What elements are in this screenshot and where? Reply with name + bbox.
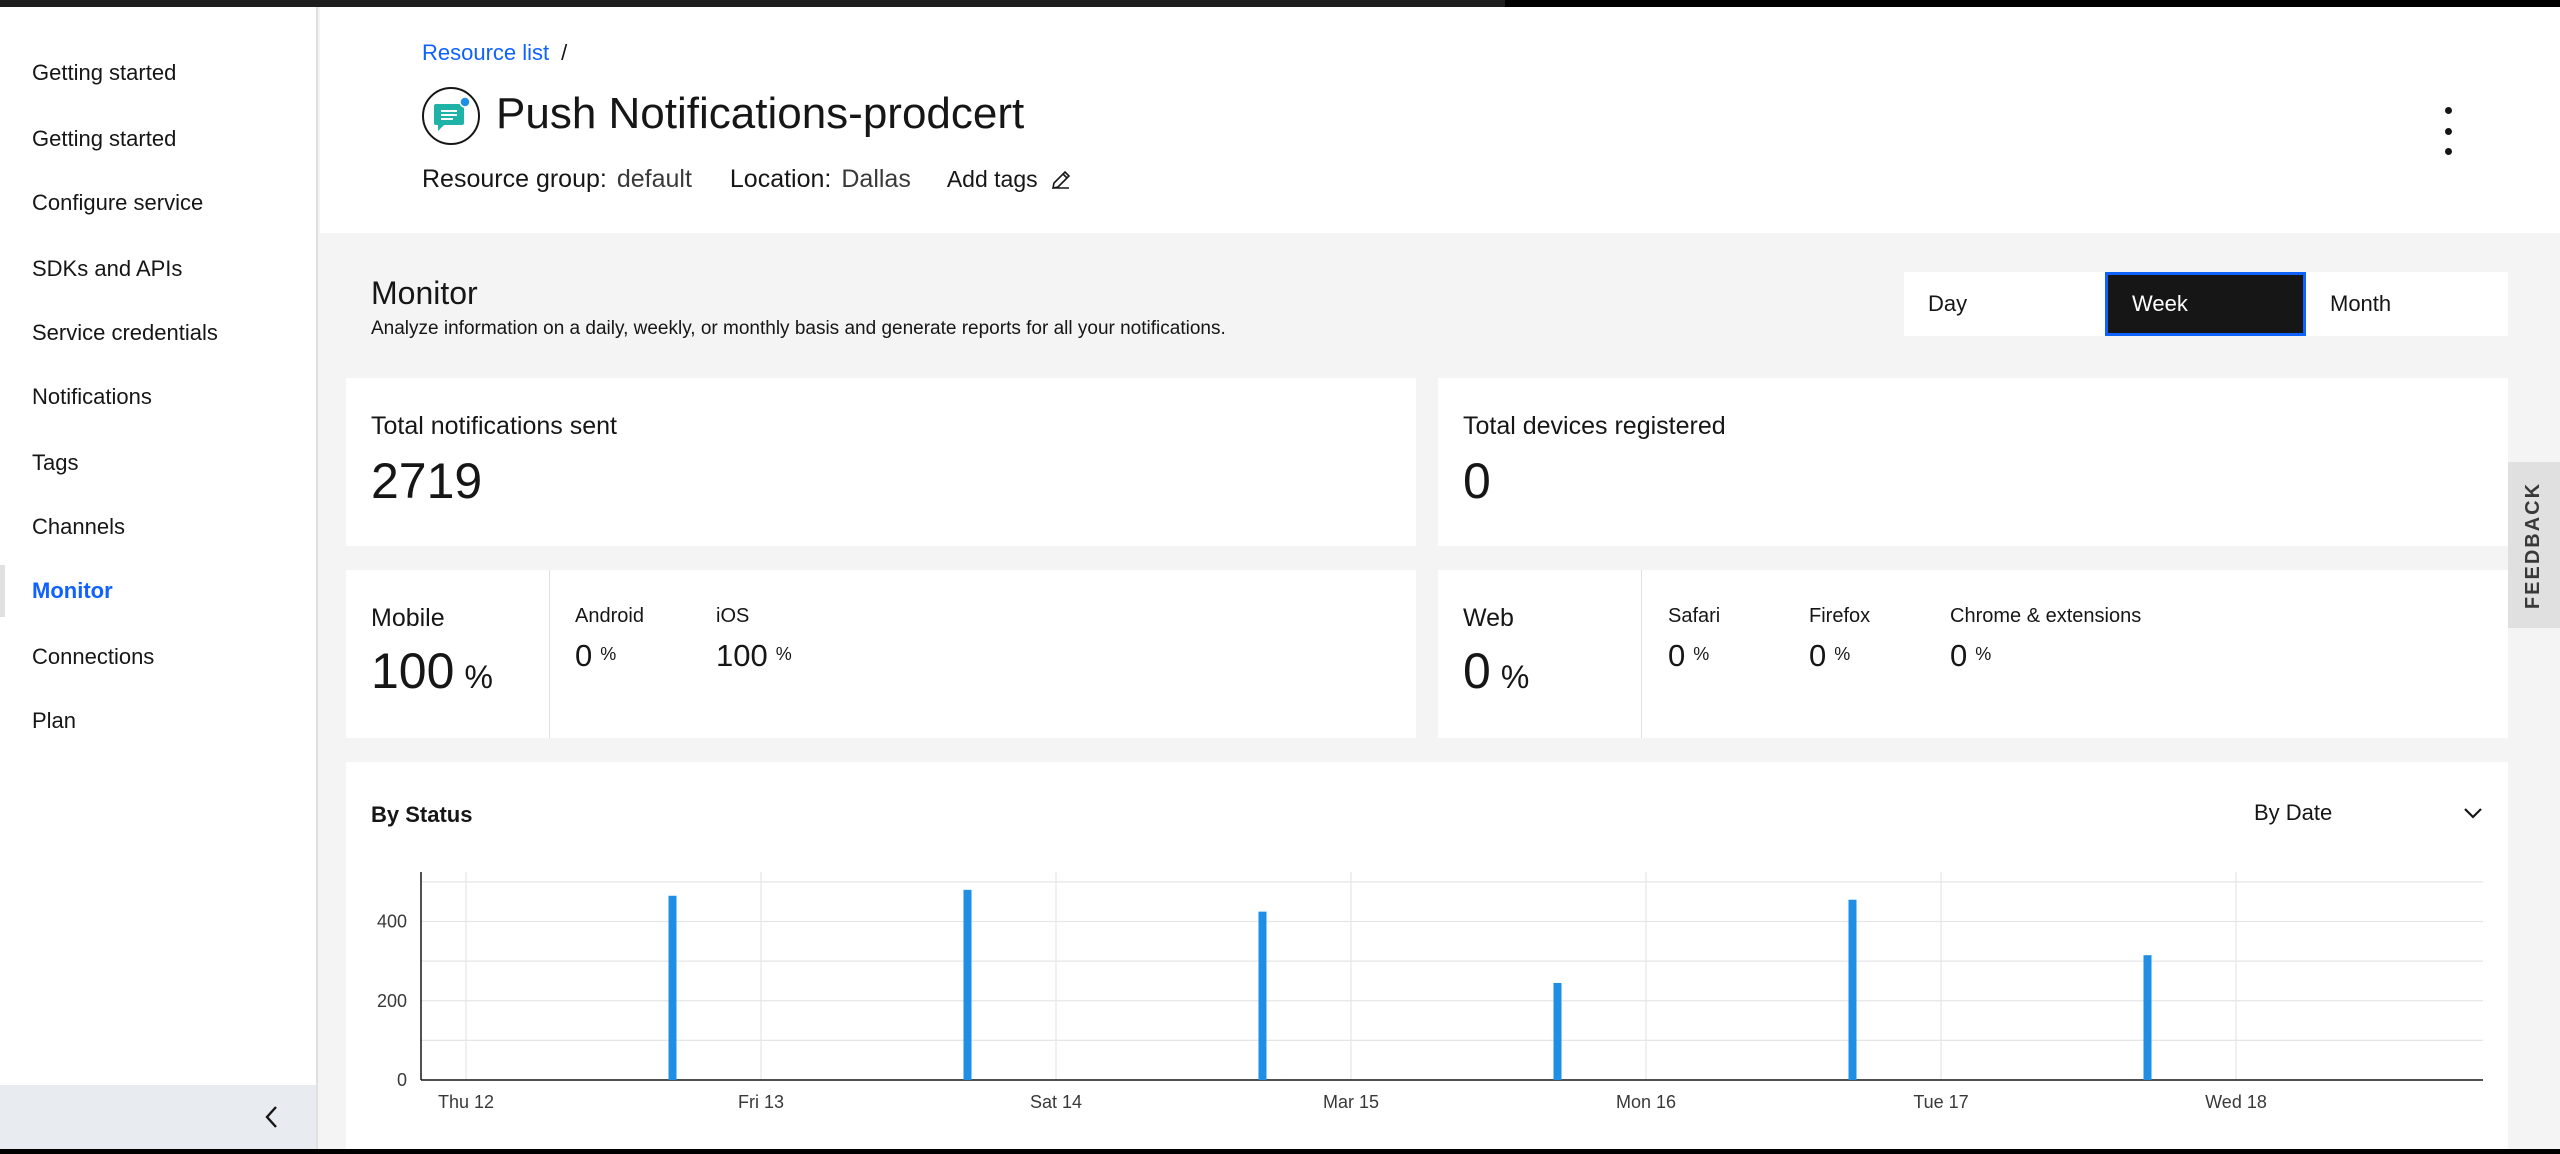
safari-value: 0% (1668, 638, 1710, 673)
mobile-divider (549, 570, 550, 738)
x-tick-label: Wed 18 (2205, 1092, 2267, 1112)
x-tick-label: Mon 16 (1616, 1092, 1676, 1112)
page-title: Push Notifications-prodcert (496, 89, 1025, 138)
add-tags-label: Add tags (946, 166, 1038, 192)
total-notifications-label: Total notifications sent (371, 412, 617, 440)
chevron-left-icon (265, 1106, 277, 1128)
add-tags-button[interactable]: Add tags (947, 166, 1072, 193)
chrome-value: 0% (1950, 638, 1992, 673)
monitor-title: Monitor (371, 275, 478, 311)
by-status-title: By Status (371, 802, 473, 827)
web-divider (1641, 570, 1642, 738)
y-tick-label: 200 (377, 991, 407, 1011)
mobile-card: Mobile 100% Android 0% iOS 100% (346, 570, 1416, 738)
sidebar-item-service-credentials[interactable]: Service credentials (0, 307, 316, 359)
app-frame: Getting started Getting started Configur… (0, 7, 2560, 1149)
monitor-description: Analyze information on a daily, weekly, … (371, 318, 1226, 339)
total-devices-card: Total devices registered 0 (1438, 378, 2508, 546)
period-month-button[interactable]: Month (2306, 272, 2507, 336)
x-tick-label: Sat 14 (1030, 1092, 1082, 1112)
period-switcher: Day Week Month (1904, 272, 2508, 336)
x-tick-label: Thu 12 (438, 1092, 494, 1112)
chart-bar (2143, 955, 2152, 1080)
total-devices-label: Total devices registered (1463, 412, 1726, 440)
x-tick-label: Fri 13 (738, 1092, 784, 1112)
x-tick-label: Mar 15 (1323, 1092, 1379, 1112)
edit-pencil-icon (1051, 170, 1070, 189)
web-card: Web 0% Safari 0% Firefox 0% Chrome & ext… (1438, 570, 2508, 738)
overflow-menu-icon (2444, 107, 2452, 114)
breadcrumb-resource-list-link[interactable]: Resource list (422, 40, 549, 66)
sidebar-item-connections[interactable]: Connections (0, 631, 316, 683)
by-date-dropdown-label: By Date (2254, 800, 2333, 825)
chevron-down-icon (2464, 808, 2482, 819)
sidebar-item-configure-service[interactable]: Configure service (0, 177, 316, 229)
window-top-bar (0, 0, 2560, 7)
resource-group-value: default (616, 165, 692, 193)
sidebar: Getting started Getting started Configur… (0, 7, 318, 1149)
sidebar-item-channels[interactable]: Channels (0, 501, 316, 553)
web-label: Web (1463, 604, 1514, 632)
push-notifications-service-icon (422, 87, 480, 145)
web-value: 0% (1463, 643, 1530, 699)
feedback-label: FEEDBACK (2522, 481, 2545, 609)
resource-group-label: Resource group: (422, 165, 607, 193)
firefox-value: 0% (1809, 638, 1851, 673)
chart-bar (1553, 982, 1562, 1080)
safari-label: Safari (1668, 605, 1721, 627)
mobile-value: 100% (371, 643, 493, 699)
total-notifications-card: Total notifications sent 2719 (346, 378, 1416, 546)
chart-bar (1848, 899, 1857, 1080)
sidebar-item-getting-started-2[interactable]: Getting started (0, 113, 316, 165)
location-label: Location: (729, 165, 832, 193)
ios-value: 100% (716, 638, 792, 673)
period-day-button[interactable]: Day (1904, 272, 2105, 336)
sidebar-item-sdks-and-apis[interactable]: SDKs and APIs (0, 243, 316, 295)
chart-bar (1258, 911, 1267, 1080)
window-bottom-bar (0, 1149, 2560, 1154)
overflow-menu-button[interactable] (2436, 107, 2460, 155)
sidebar-item-monitor[interactable]: Monitor (0, 565, 316, 617)
by-status-chart: Thu 12 Fri 13 Sat 14 Mar 15 Mon 16 Tue 17 Wed … (377, 872, 2483, 1112)
location-value: Dallas (841, 165, 911, 193)
chart-bar (963, 889, 972, 1080)
feedback-tab[interactable]: FEEDBACK (2508, 462, 2560, 628)
firefox-label: Firefox (1809, 605, 1871, 627)
mobile-label: Mobile (371, 604, 445, 632)
y-tick-label: 0 (397, 1070, 407, 1090)
sidebar-footer (0, 1085, 316, 1149)
breadcrumb-separator: / (561, 40, 568, 65)
sidebar-item-notifications[interactable]: Notifications (0, 371, 316, 423)
by-status-card: By Status By Date Thu 12 Fri 13 Sat 14 Mar … (346, 762, 2508, 1149)
android-label: Android (575, 605, 644, 627)
total-devices-value: 0 (1463, 453, 1491, 509)
y-tick-label: 400 (377, 912, 407, 932)
breadcrumb: Resource list / (422, 40, 567, 66)
chrome-label: Chrome & extensions (1950, 605, 2142, 627)
period-week-button[interactable]: Week (2105, 272, 2306, 336)
collapse-sidebar-button[interactable] (252, 1097, 292, 1137)
total-notifications-value: 2719 (371, 453, 483, 509)
chart-plot-area (421, 872, 2483, 1080)
ios-label: iOS (716, 605, 750, 627)
sidebar-item-getting-started[interactable]: Getting started (0, 47, 316, 99)
by-date-dropdown[interactable]: By Date (2254, 788, 2484, 838)
x-tick-label: Tue 17 (1913, 1092, 1968, 1112)
resource-meta: Resource group: default Location: Dallas… (422, 165, 1072, 194)
resource-header: Resource list / Push Notifications-prodc… (320, 7, 2560, 233)
sidebar-item-tags[interactable]: Tags (0, 437, 316, 489)
android-value: 0% (575, 638, 617, 673)
sidebar-item-plan[interactable]: Plan (0, 695, 316, 747)
chart-bar (668, 895, 677, 1080)
